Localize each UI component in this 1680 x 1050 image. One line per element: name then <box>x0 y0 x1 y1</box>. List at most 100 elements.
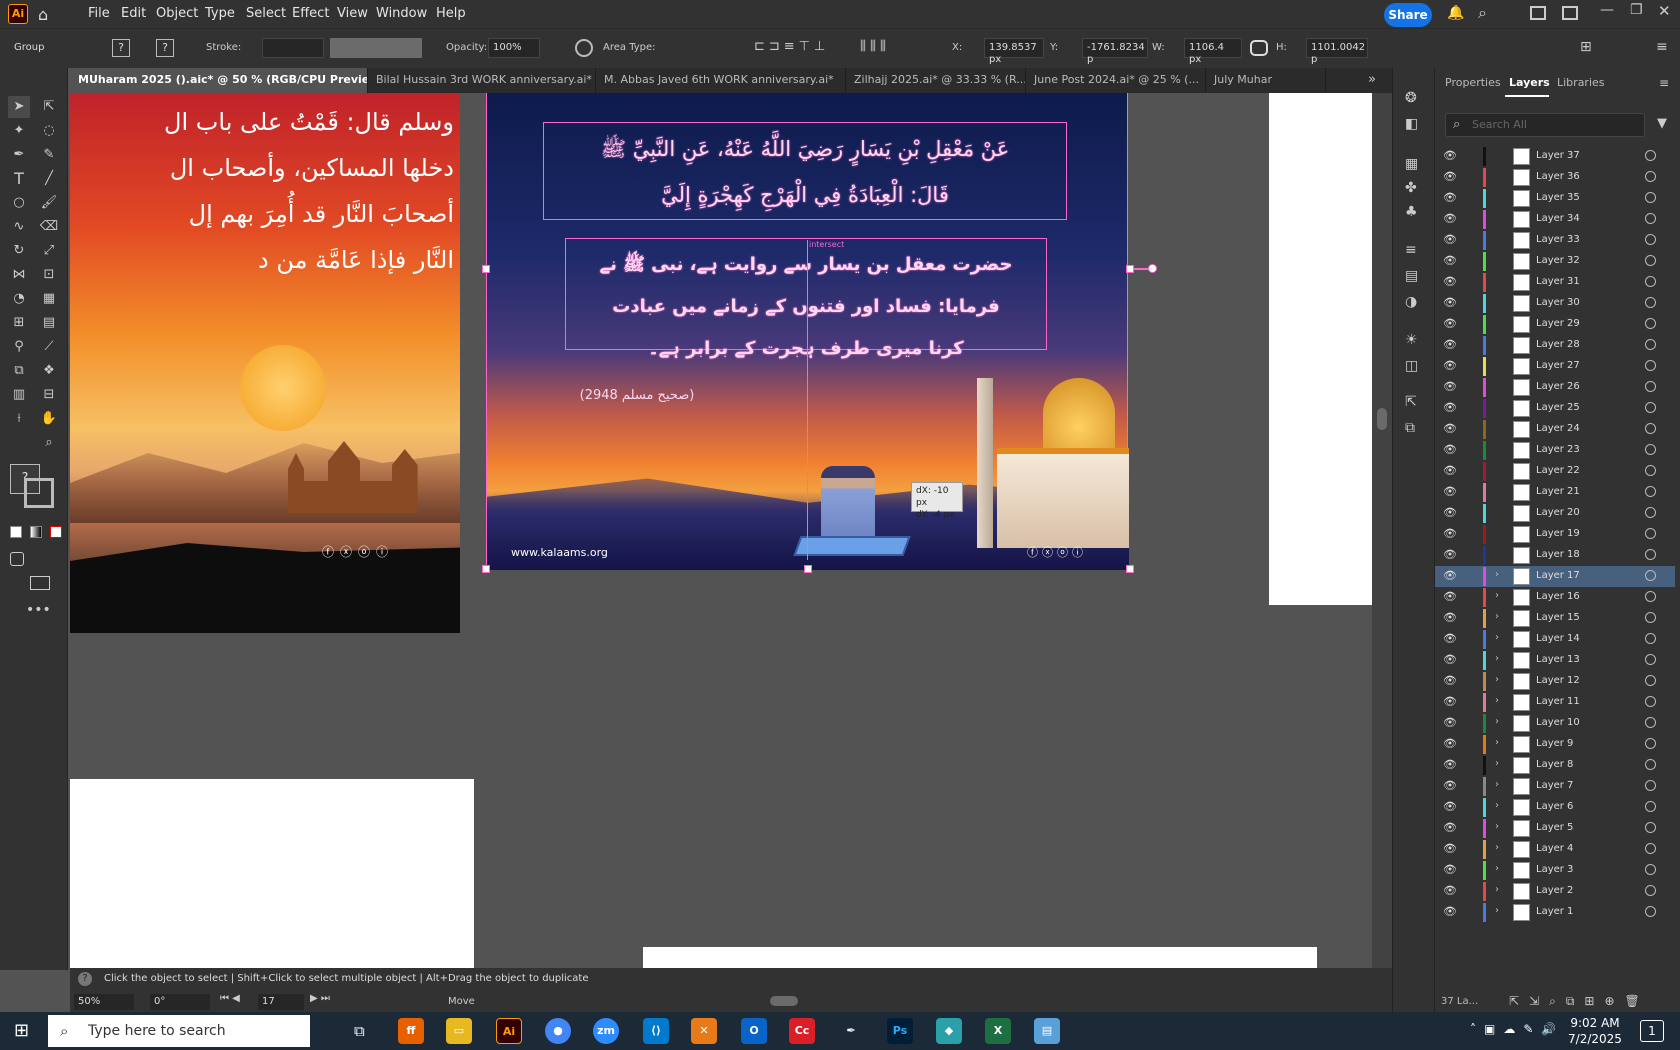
filter-icon[interactable]: ▼ <box>1657 116 1667 131</box>
y-field[interactable]: -1761.8234 p <box>1082 38 1148 65</box>
visibility-eye-icon[interactable]: 👁 <box>1443 149 1457 163</box>
share-button[interactable]: Share <box>1384 3 1432 27</box>
align-icons[interactable]: ⊏⊐≡⊤⊥ <box>754 39 844 57</box>
chevron-right-icon[interactable]: › <box>1495 611 1499 622</box>
canvas[interactable]: وسلم قال: قَمْتُ على باب ال دخلها المساك… <box>70 93 1372 968</box>
gradient-panel-icon[interactable]: ▤ <box>1405 268 1418 284</box>
visibility-eye-icon[interactable]: 👁 <box>1443 485 1457 499</box>
target-icon[interactable] <box>1645 444 1656 455</box>
arrange-documents-icon[interactable] <box>1530 6 1546 20</box>
bounding-box-handle-bottom-left[interactable] <box>482 565 490 573</box>
minimize-icon[interactable]: — <box>1600 2 1614 18</box>
layer-row[interactable]: 👁 › Layer 9 <box>1435 734 1675 755</box>
layer-row[interactable]: 👁 › Layer 1 <box>1435 902 1675 923</box>
target-icon[interactable] <box>1645 759 1656 770</box>
visibility-eye-icon[interactable]: 👁 <box>1443 275 1457 289</box>
visibility-eye-icon[interactable]: 👁 <box>1443 380 1457 394</box>
swatches-panel-icon[interactable]: ▦ <box>1405 156 1418 172</box>
photoshop-icon[interactable]: Ps <box>887 1018 913 1044</box>
chevron-right-icon[interactable]: › <box>1495 863 1499 874</box>
tab-zilhajj-2025[interactable]: Zilhajj 2025.ai* @ 33.33 % (R... <box>846 68 1026 93</box>
layer-footer-icons[interactable]: ⇱⇲⌕⧉⊞⊕🗑 <box>1509 994 1650 1009</box>
graphic-styles-panel-icon[interactable]: ◫ <box>1405 358 1418 374</box>
panel-menu-icon[interactable]: ≡ <box>1656 39 1668 55</box>
chevron-right-icon[interactable]: › <box>1495 779 1499 790</box>
chevron-right-icon[interactable]: › <box>1495 632 1499 643</box>
restore-icon[interactable]: ❐ <box>1630 2 1643 18</box>
measure-tool-icon[interactable]: ⟋ <box>38 336 60 358</box>
menu-object[interactable]: Object <box>156 6 198 21</box>
layer-row[interactable]: 👁 Layer 34 <box>1435 209 1675 230</box>
menu-edit[interactable]: Edit <box>121 6 146 21</box>
tab-bilal-hussain[interactable]: Bilal Hussain 3rd WORK anniversary.ai* <box>368 68 596 93</box>
visibility-eye-icon[interactable]: 👁 <box>1443 779 1457 793</box>
stroke-weight-field[interactable] <box>262 38 324 58</box>
stroke-color-box[interactable] <box>24 478 54 508</box>
notepad-icon[interactable]: ▤ <box>1034 1018 1060 1044</box>
tab-libraries[interactable]: Libraries <box>1557 76 1605 89</box>
shape-builder-tool-icon[interactable]: ◔ <box>8 288 30 310</box>
right-artboard[interactable] <box>1269 93 1372 605</box>
chevron-right-icon[interactable]: › <box>1495 653 1499 664</box>
target-icon[interactable] <box>1645 549 1656 560</box>
taskbar-clock[interactable]: 9:02 AM 7/2/2025 <box>1560 1015 1630 1047</box>
target-icon[interactable] <box>1645 360 1656 371</box>
target-icon[interactable] <box>1645 234 1656 245</box>
target-icon[interactable] <box>1645 465 1656 476</box>
column-graph-tool-icon[interactable]: ▥ <box>8 384 30 406</box>
stroke-panel-icon[interactable]: ≡ <box>1405 242 1417 258</box>
direct-selection-tool-icon[interactable]: ⇱ <box>38 96 60 118</box>
target-icon[interactable] <box>1645 276 1656 287</box>
zoom-app-icon[interactable]: zm <box>593 1018 619 1044</box>
zoom-tool-icon[interactable]: ⌕ <box>38 432 60 454</box>
visibility-eye-icon[interactable]: 👁 <box>1443 443 1457 457</box>
line-tool-icon[interactable]: ╱ <box>38 168 60 190</box>
chevron-right-icon[interactable]: › <box>1495 695 1499 706</box>
layer-row[interactable]: 👁 Layer 35 <box>1435 188 1675 209</box>
vertical-scroll-thumb[interactable] <box>1377 408 1387 430</box>
eyedropper-tool-icon[interactable]: ⚲ <box>8 336 30 358</box>
bounding-box-handle-left[interactable] <box>482 265 490 273</box>
layers-search-input[interactable]: Search All <box>1445 113 1645 137</box>
panel-menu-icon[interactable]: ≡ <box>1659 76 1669 90</box>
target-icon[interactable] <box>1645 423 1656 434</box>
perspective-grid-tool-icon[interactable]: ▦ <box>38 288 60 310</box>
layer-row[interactable]: 👁 Layer 28 <box>1435 335 1675 356</box>
layer-row[interactable]: 👁 › Layer 4 <box>1435 839 1675 860</box>
edit-toolbar-icon[interactable]: ••• <box>26 602 51 618</box>
visibility-eye-icon[interactable]: 👁 <box>1443 674 1457 688</box>
target-icon[interactable] <box>1645 318 1656 329</box>
visibility-eye-icon[interactable]: 👁 <box>1443 821 1457 835</box>
visibility-eye-icon[interactable]: 👁 <box>1443 212 1457 226</box>
layer-row[interactable]: 👁 Layer 27 <box>1435 356 1675 377</box>
artboards-panel-icon[interactable]: ⧉ <box>1405 420 1415 436</box>
target-icon[interactable] <box>1645 801 1656 812</box>
help-icon[interactable]: ? <box>78 972 92 986</box>
target-icon[interactable] <box>1645 339 1656 350</box>
target-icon[interactable] <box>1645 402 1656 413</box>
layer-row[interactable]: 👁 › Layer 12 <box>1435 671 1675 692</box>
close-icon[interactable]: ✕ <box>1658 2 1671 20</box>
chevron-right-icon[interactable]: › <box>1495 674 1499 685</box>
bounding-box-handle-bottom-right[interactable] <box>1126 565 1134 573</box>
target-icon[interactable] <box>1645 528 1656 539</box>
target-icon[interactable] <box>1645 696 1656 707</box>
target-icon[interactable] <box>1645 192 1656 203</box>
chevron-right-icon[interactable]: › <box>1495 716 1499 727</box>
visibility-eye-icon[interactable]: 👁 <box>1443 863 1457 877</box>
chevron-right-icon[interactable]: › <box>1495 905 1499 916</box>
layer-row[interactable]: 👁 Layer 19 <box>1435 524 1675 545</box>
visibility-eye-icon[interactable]: 👁 <box>1443 527 1457 541</box>
link-proportions-icon[interactable] <box>1250 40 1268 56</box>
main-artboard[interactable]: عَنْ مَعْقِلِ بْنِ يَسَارٍ رَضِيَ اللَّه… <box>486 93 1129 570</box>
target-icon[interactable] <box>1645 570 1656 581</box>
brushes-panel-icon[interactable]: ✤ <box>1405 180 1417 196</box>
visibility-eye-icon[interactable]: 👁 <box>1443 233 1457 247</box>
visibility-eye-icon[interactable]: 👁 <box>1443 716 1457 730</box>
chrome-icon[interactable]: ● <box>545 1018 571 1044</box>
chevron-right-icon[interactable]: › <box>1495 737 1499 748</box>
target-icon[interactable] <box>1645 633 1656 644</box>
x-field[interactable]: 139.8537 px <box>984 38 1044 65</box>
curvature-tool-icon[interactable]: ✎ <box>38 144 60 166</box>
search-icon[interactable]: ⌕ <box>1478 3 1487 23</box>
